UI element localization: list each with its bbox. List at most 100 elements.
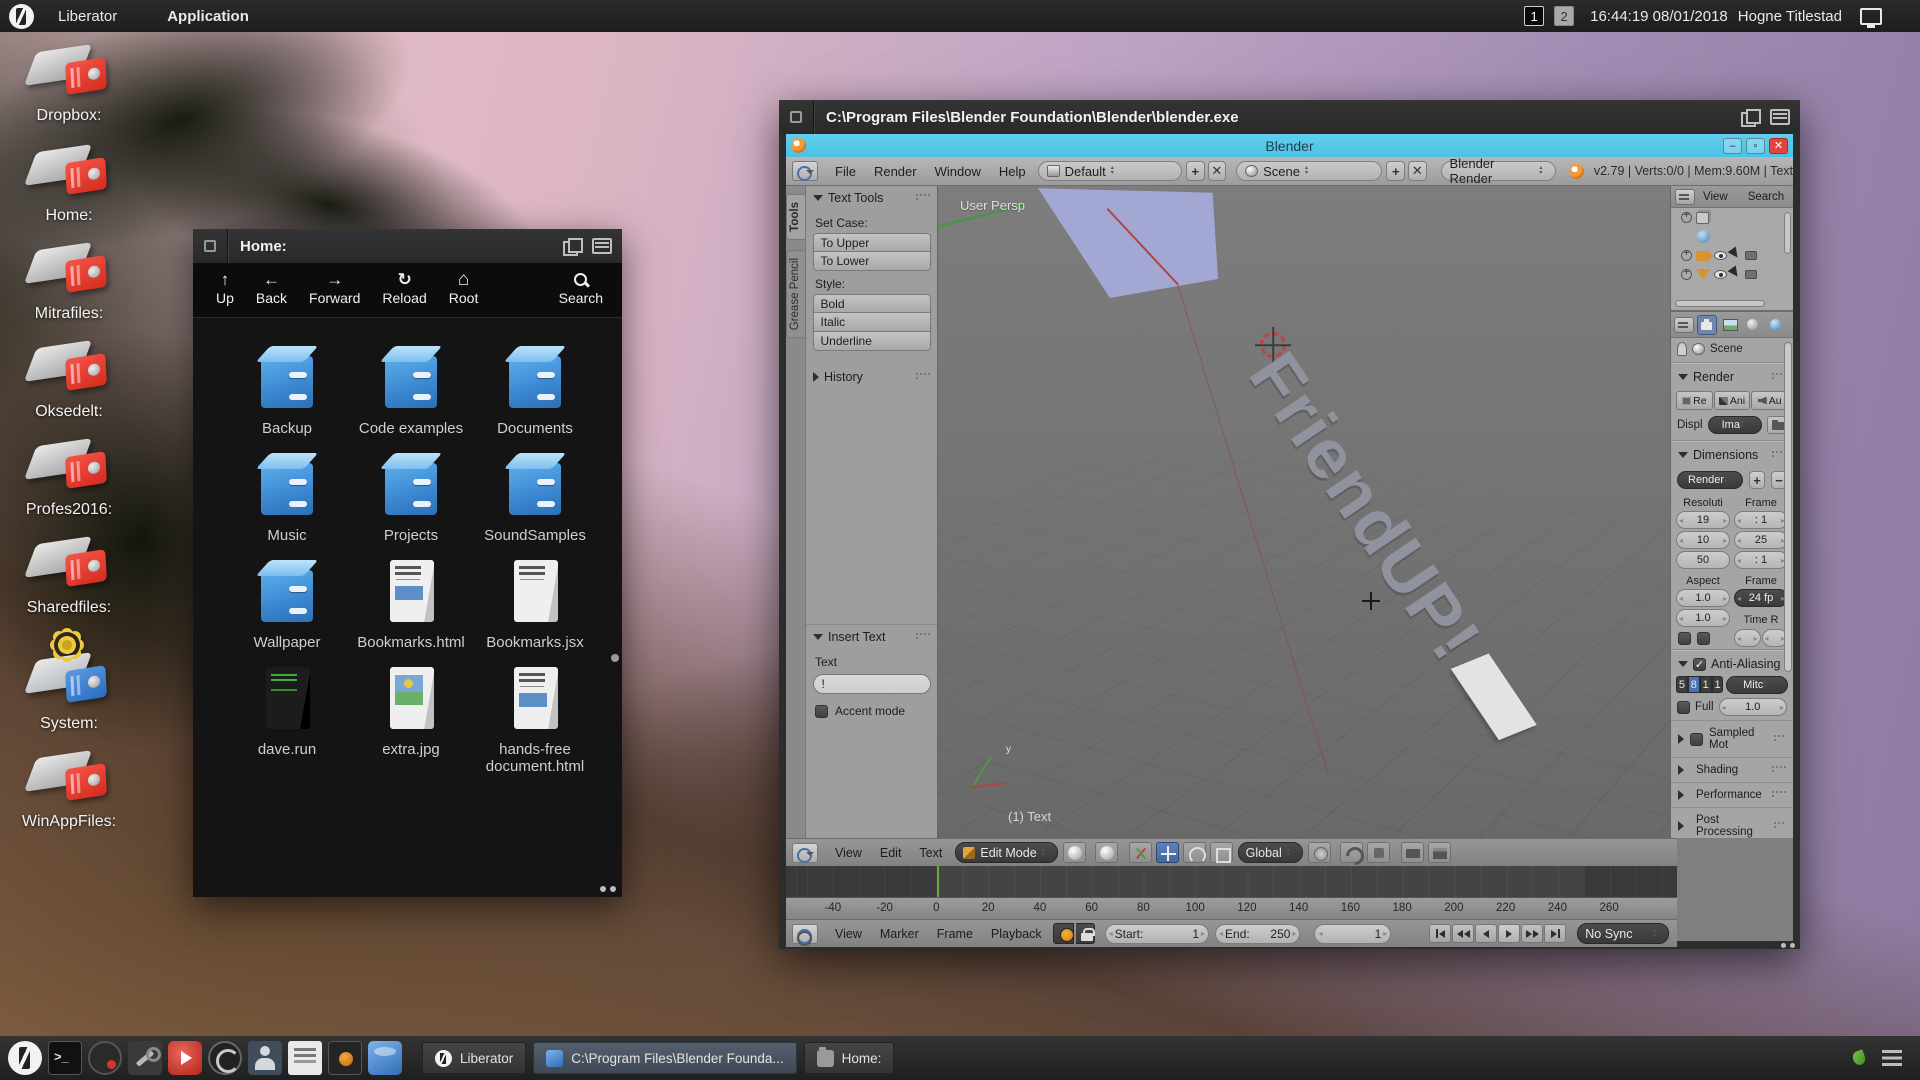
history-panel-header[interactable]: History bbox=[806, 365, 937, 389]
style-button[interactable]: Bold bbox=[813, 294, 931, 313]
remove-scene-button[interactable]: ✕ bbox=[1408, 161, 1427, 181]
selectable-icon[interactable] bbox=[1728, 265, 1745, 283]
menu-item[interactable]: Edit bbox=[871, 846, 911, 860]
media-red-icon[interactable] bbox=[168, 1041, 202, 1075]
pin-icon[interactable] bbox=[1677, 342, 1687, 356]
preset-dropdown[interactable]: Render▴ ▾ bbox=[1677, 471, 1743, 489]
screen-toggle-icon[interactable] bbox=[1770, 109, 1790, 125]
root-button[interactable]: Root bbox=[440, 269, 488, 308]
documents-icon[interactable] bbox=[288, 1041, 322, 1075]
tab-tools[interactable]: Tools bbox=[786, 194, 806, 240]
tab-render[interactable] bbox=[1697, 315, 1717, 335]
visibility-icon[interactable] bbox=[1714, 251, 1727, 260]
anti-aliasing-panel-header[interactable]: Anti-Aliasing bbox=[1671, 652, 1793, 676]
search-button[interactable]: Search bbox=[550, 269, 612, 308]
workspace-1-button[interactable]: 1 bbox=[1524, 6, 1544, 26]
resize-grip[interactable] bbox=[1781, 943, 1795, 948]
collapsed-panel-header[interactable]: Post Processing bbox=[1671, 807, 1793, 838]
screen-layout-selector[interactable]: Default ▴ ▾ bbox=[1038, 161, 1182, 181]
play-button[interactable] bbox=[1498, 924, 1520, 943]
tray-menu-icon[interactable] bbox=[1882, 1050, 1902, 1066]
file-item[interactable]: SoundSamples bbox=[473, 451, 597, 544]
render-panel-header[interactable]: Render bbox=[1671, 365, 1793, 389]
pivot-center-button[interactable] bbox=[1095, 842, 1118, 863]
add-preset-button[interactable]: + bbox=[1749, 471, 1765, 489]
case-button[interactable]: To Lower bbox=[813, 252, 931, 271]
snap-magnet-button[interactable] bbox=[1340, 842, 1363, 863]
menu-item[interactable]: View bbox=[826, 927, 871, 941]
friend-logo-icon[interactable] bbox=[8, 1041, 42, 1075]
expand-icon[interactable] bbox=[1681, 269, 1692, 280]
jump-to-start-button[interactable] bbox=[1429, 924, 1451, 943]
scrollbar-handle[interactable] bbox=[611, 654, 619, 662]
render-action-button[interactable]: Au bbox=[1751, 391, 1788, 410]
window-menu-icon[interactable] bbox=[204, 240, 216, 252]
insert-text-input[interactable] bbox=[813, 674, 931, 694]
aa-sample-button[interactable]: 5 bbox=[1676, 676, 1688, 693]
resolution-percent-slider[interactable]: 50 bbox=[1676, 551, 1730, 569]
menu-item[interactable]: Playback bbox=[982, 927, 1051, 941]
next-keyframe-button[interactable] bbox=[1521, 924, 1543, 943]
rotate-manipulator-button[interactable] bbox=[1183, 842, 1206, 863]
outliner-row-camera[interactable] bbox=[1671, 246, 1793, 265]
viewport-3d[interactable]: FriendUP! User Persp y (1) Text bbox=[938, 186, 1670, 838]
jump-to-end-button[interactable] bbox=[1544, 924, 1566, 943]
style-button[interactable]: Underline bbox=[813, 332, 931, 351]
insert-text-panel-header[interactable]: Insert Text bbox=[806, 625, 937, 649]
screen-toggle-icon[interactable] bbox=[592, 238, 612, 254]
workspace-2-button[interactable]: 2 bbox=[1554, 6, 1574, 26]
time-remap-old-field[interactable] bbox=[1734, 629, 1761, 647]
menu-item[interactable]: Frame bbox=[928, 927, 982, 941]
up-button[interactable]: Up bbox=[207, 269, 243, 308]
screenshot-icon[interactable] bbox=[328, 1041, 362, 1075]
orientation-dropdown[interactable]: Global ▴ ▾ bbox=[1238, 842, 1303, 863]
outliner-editor-icon[interactable] bbox=[1675, 189, 1695, 205]
file-item[interactable]: Projects bbox=[349, 451, 473, 544]
wine-app-icon[interactable] bbox=[368, 1041, 402, 1075]
blender-outer-titlebar[interactable]: C:\Program Files\Blender Foundation\Blen… bbox=[779, 100, 1800, 134]
file-item[interactable]: dave.run bbox=[225, 665, 349, 775]
file-item[interactable]: Music bbox=[225, 451, 349, 544]
snap-element-button[interactable] bbox=[1367, 842, 1390, 863]
render-action-button[interactable]: Re bbox=[1676, 391, 1713, 410]
browser-icon[interactable] bbox=[208, 1041, 242, 1075]
visibility-icon[interactable] bbox=[1714, 270, 1727, 279]
prev-keyframe-button[interactable] bbox=[1452, 924, 1474, 943]
add-scene-button[interactable]: + bbox=[1386, 161, 1405, 181]
desktop-drive[interactable]: Dropbox: bbox=[14, 40, 124, 125]
file-item[interactable]: Wallpaper bbox=[225, 558, 349, 651]
friend-logo-icon[interactable] bbox=[9, 4, 34, 29]
topbar-menu-item[interactable]: Liberator bbox=[44, 8, 131, 25]
forward-button[interactable]: Forward bbox=[300, 269, 369, 308]
outliner-row[interactable] bbox=[1671, 208, 1793, 227]
resize-grip[interactable] bbox=[600, 886, 616, 892]
style-button[interactable]: Italic bbox=[813, 313, 931, 332]
fps-dropdown[interactable]: 24 fp bbox=[1734, 589, 1788, 607]
desktop-drive[interactable]: Profes2016: bbox=[14, 434, 124, 519]
timeline-ruler[interactable]: -40-200204060801001201401601802002202402… bbox=[786, 897, 1677, 919]
desktop-drive[interactable]: Home: bbox=[14, 140, 124, 225]
scene-selector[interactable]: Scene ▴ ▾ bbox=[1236, 161, 1382, 181]
aspect-x-field[interactable]: 1.0 bbox=[1676, 589, 1730, 607]
resolution-y-field[interactable]: 10 bbox=[1676, 531, 1730, 549]
back-button[interactable]: Back bbox=[247, 269, 296, 308]
opengl-animation-button[interactable] bbox=[1428, 842, 1451, 863]
renderable-icon[interactable] bbox=[1745, 270, 1757, 279]
menu-item[interactable]: Render bbox=[865, 164, 926, 179]
outliner-menu-view[interactable]: View bbox=[1703, 191, 1728, 203]
dimensions-panel-header[interactable]: Dimensions bbox=[1671, 443, 1793, 467]
taskbar-window-button[interactable]: C:\Program Files\Blender Founda... bbox=[533, 1042, 796, 1074]
depth-toggle-icon[interactable] bbox=[563, 238, 583, 254]
view3d-editor-icon[interactable] bbox=[792, 843, 818, 863]
mode-dropdown[interactable]: Edit Mode ▴ ▾ bbox=[955, 842, 1057, 863]
terminal-icon[interactable] bbox=[48, 1041, 82, 1075]
menu-item[interactable]: Text bbox=[910, 846, 951, 860]
file-item[interactable]: Bookmarks.html bbox=[349, 558, 473, 651]
desktop-drive[interactable]: Sharedfiles: bbox=[14, 532, 124, 617]
desktop-drive[interactable]: System: bbox=[14, 648, 124, 733]
sync-dropdown[interactable]: No Sync ▴ ▾ bbox=[1577, 923, 1669, 944]
depth-toggle-icon[interactable] bbox=[1741, 109, 1761, 125]
collapsed-panel-header[interactable]: Shading bbox=[1671, 757, 1793, 782]
taskbar-window-button[interactable]: Home: bbox=[804, 1042, 895, 1074]
file-item[interactable]: hands-free document.html bbox=[473, 665, 597, 775]
